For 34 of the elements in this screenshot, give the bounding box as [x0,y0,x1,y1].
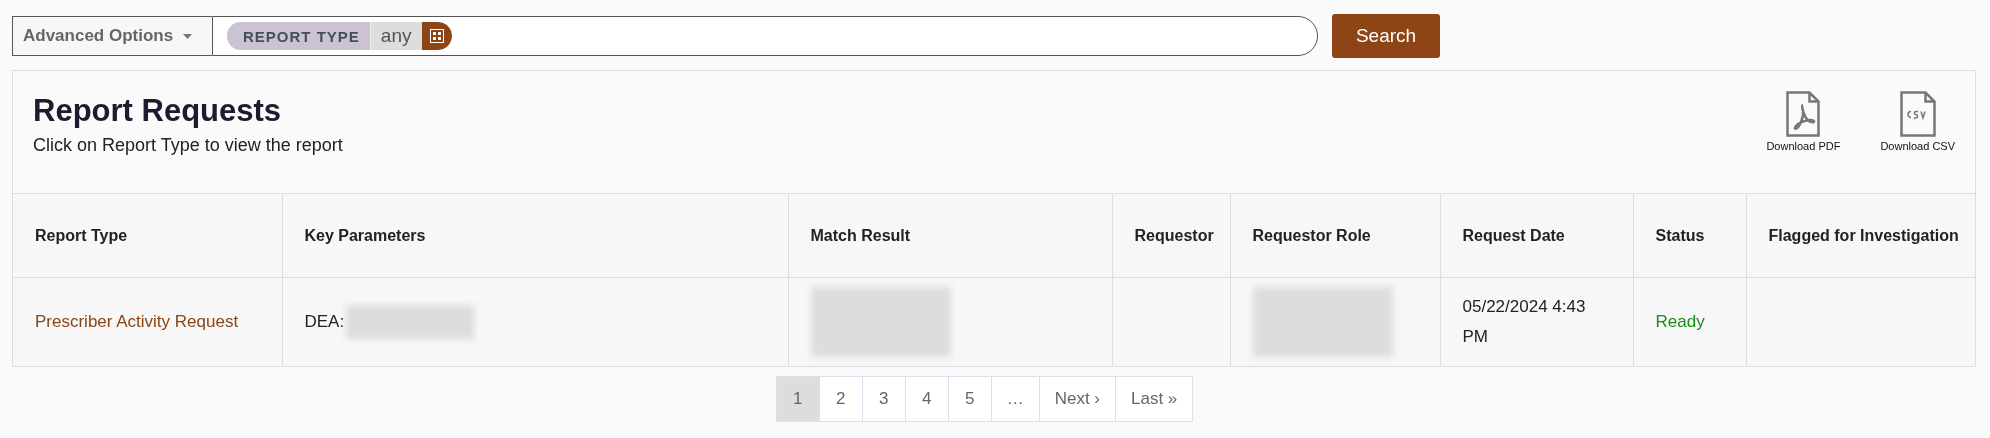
panel-subtitle: Click on Report Type to view the report [33,135,343,156]
page-link[interactable]: Next › [1038,375,1116,422]
caret-icon [183,33,193,39]
download-link[interactable]: Download PDF [1766,91,1841,193]
column-header: Requestor [1134,227,1214,244]
column-header: Match Result [810,227,911,244]
page-link[interactable]: … [990,375,1040,422]
page-link[interactable]: 3 [861,375,906,422]
report-type-link[interactable]: Prescriber Activity Request [35,311,239,331]
column-header: Key Parameters [304,227,426,244]
token-value: any [379,24,413,48]
page-link[interactable]: 5 [947,375,992,422]
csv-file-icon [1899,91,1936,137]
page-link[interactable]: 4 [904,375,949,422]
column-header: Status [1655,227,1705,244]
panel-title: Report Requests [33,93,283,129]
column-header: Report Type [35,227,128,244]
page-link[interactable]: Last » [1115,375,1194,422]
status-text: Ready [1655,311,1705,331]
column-header: Request Date [1462,227,1565,244]
column-header: Requestor Role [1252,227,1371,244]
page-link[interactable]: 2 [818,375,863,422]
token-label: REPORT TYPE [227,22,371,50]
advanced-options-dropdown[interactable]: Advanced Options [12,16,212,56]
search-button[interactable]: Search [1332,14,1440,58]
pdf-file-icon [1786,91,1821,137]
download-link[interactable]: Download CSV [1880,91,1955,193]
filter-token[interactable]: REPORT TYPE any [227,22,452,50]
grid-icon [429,29,444,43]
search-field[interactable]: REPORT TYPE any [212,16,1318,56]
page-link[interactable]: 1 [775,375,820,422]
table-cell-text: DEA: [304,310,345,333]
table-cell: 05/22/2024 4:43 PM [1462,296,1586,346]
column-header: Flagged for Investigation [1768,227,1959,244]
